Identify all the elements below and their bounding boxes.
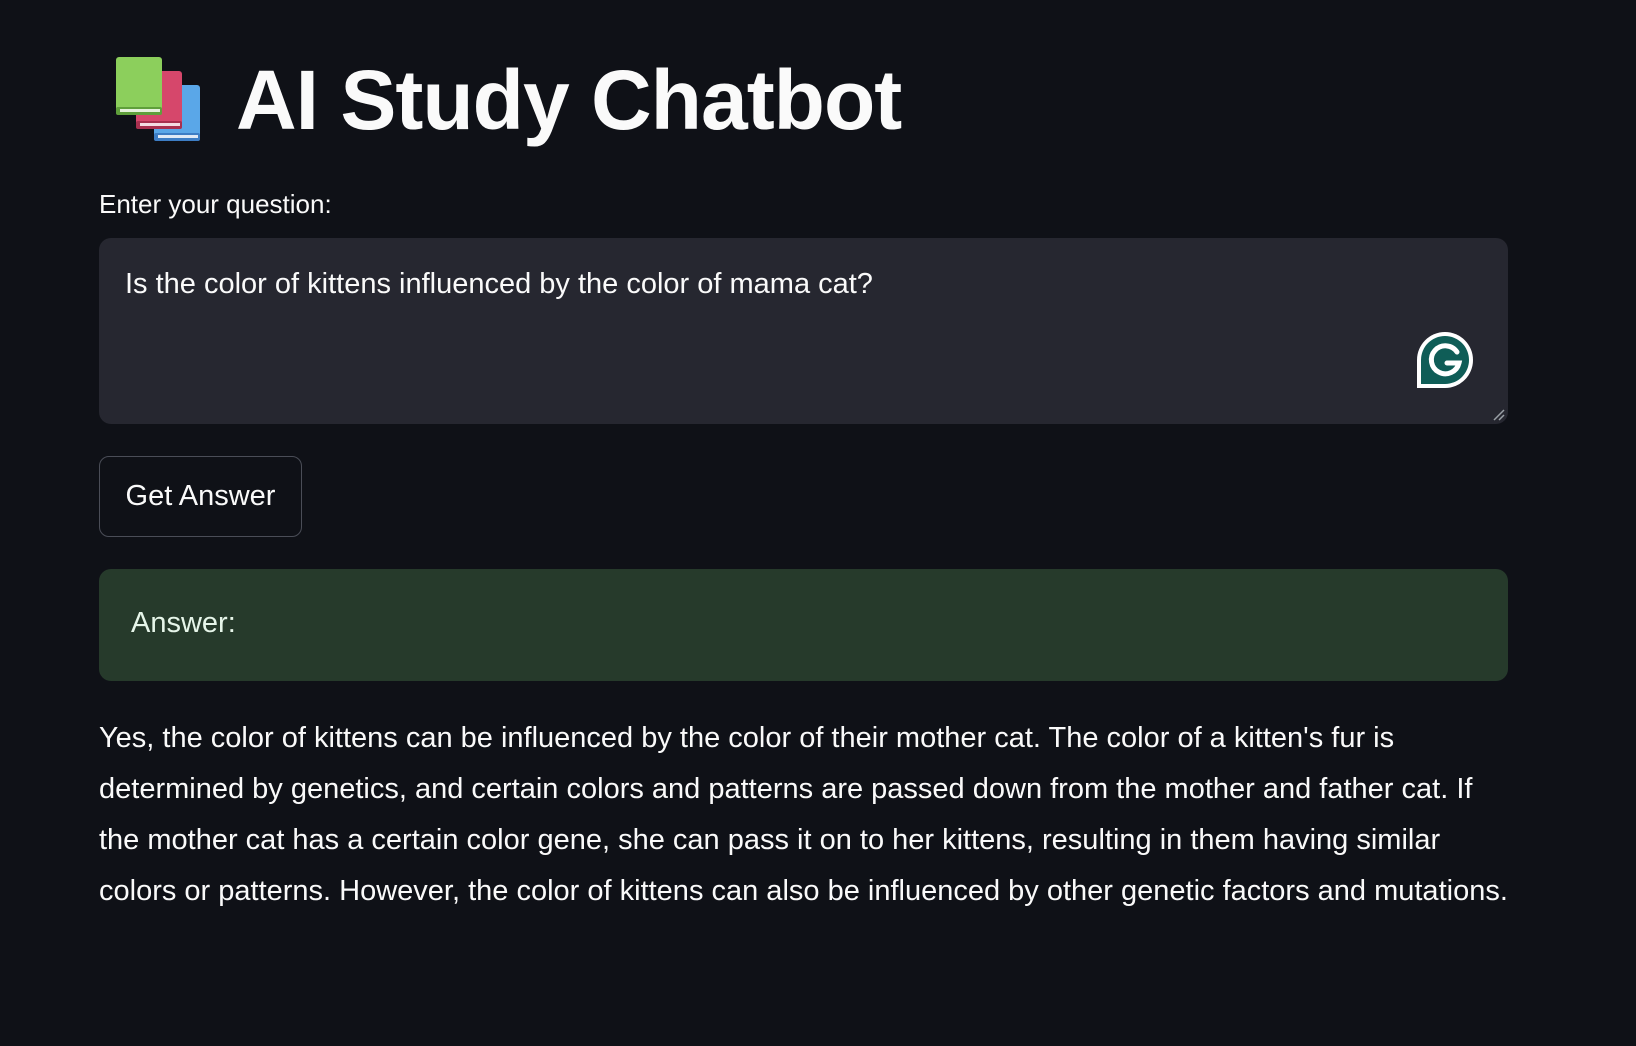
books-icon: [116, 57, 200, 141]
answer-text: Yes, the color of kittens can be influen…: [99, 722, 1508, 907]
resize-handle-icon[interactable]: [1491, 407, 1505, 421]
get-answer-button[interactable]: Get Answer: [99, 456, 302, 537]
page-title: AI Study Chatbot: [236, 53, 902, 147]
app-page: AI Study Chatbot Enter your question: Is…: [0, 0, 1636, 1046]
answer-alert: Answer:: [99, 569, 1508, 681]
title-row: AI Study Chatbot: [112, 50, 902, 150]
answer-label: Answer:: [131, 607, 236, 639]
question-label: Enter your question:: [99, 189, 332, 219]
grammarly-icon[interactable]: [1415, 330, 1475, 390]
question-text[interactable]: Is the color of kittens influenced by th…: [125, 268, 873, 301]
question-textarea[interactable]: Is the color of kittens influenced by th…: [99, 238, 1508, 424]
